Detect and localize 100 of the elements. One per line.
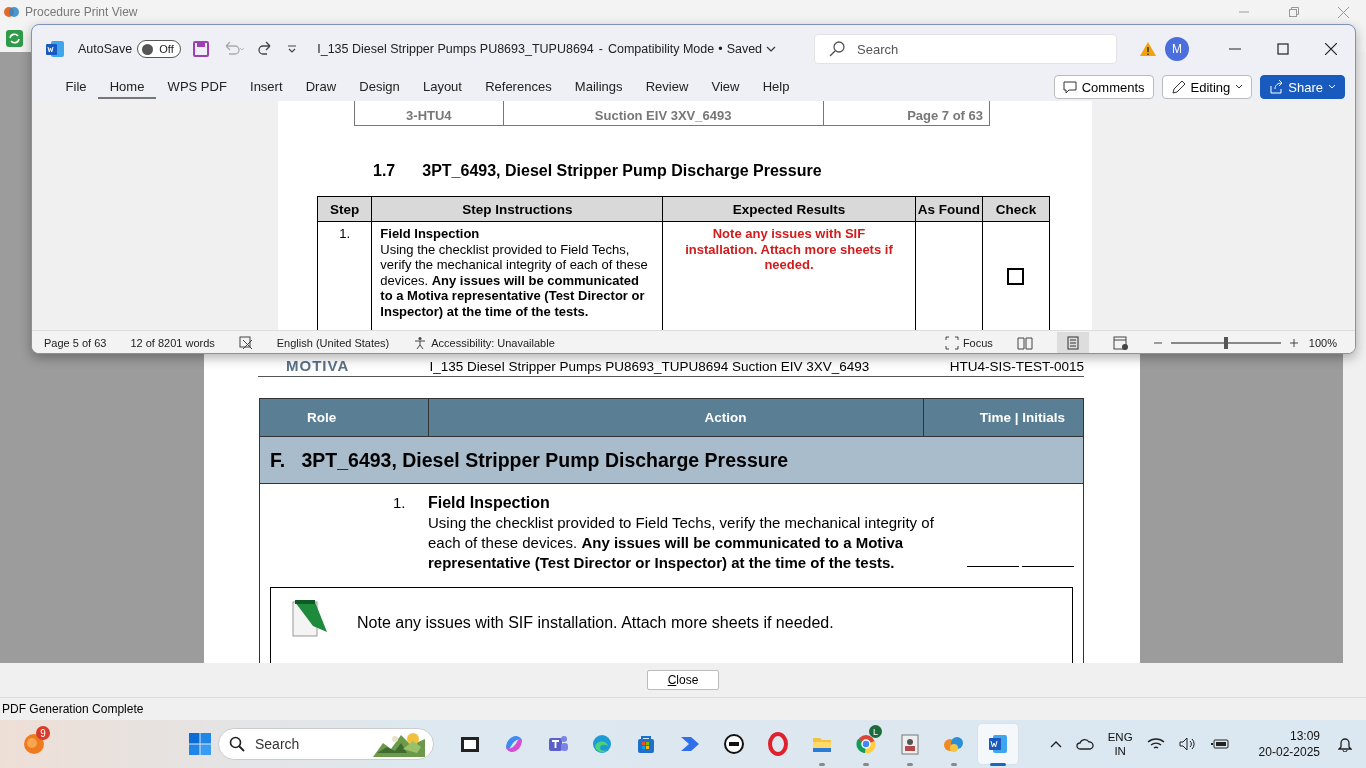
close-icon (1325, 43, 1337, 55)
notification-badge: 9 (36, 726, 50, 740)
zoom-in-icon[interactable] (1288, 337, 1299, 348)
proofing-icon[interactable] (238, 335, 253, 350)
column-header: Step Instructions (371, 196, 663, 222)
close-button[interactable]: Close (647, 670, 719, 690)
ribbon-tab[interactable]: WPS PDF (156, 75, 239, 99)
accessibility-icon[interactable] (413, 335, 428, 350)
language-indicator[interactable]: IN (1114, 744, 1126, 758)
step-number: 1. (393, 493, 407, 513)
app-badge: L (869, 725, 882, 738)
caret-icon (1328, 84, 1336, 90)
notepad-icon (291, 598, 329, 638)
search-icon (229, 736, 245, 752)
cloud-icon[interactable] (1075, 737, 1094, 751)
ribbon-tab[interactable]: Design (347, 75, 412, 99)
header-cell: Page 7 of 63 (823, 101, 990, 126)
column-header: Role (259, 398, 429, 437)
search-placeholder: Search (255, 736, 301, 752)
expected-results: Note any issues with SIF installation. Attach more sheets if needed. (684, 226, 894, 273)
search-icon (829, 41, 845, 57)
wifi-icon[interactable] (1146, 737, 1165, 751)
warning-icon[interactable] (1139, 41, 1157, 57)
speaker-icon[interactable] (1178, 737, 1197, 751)
user-avatar[interactable]: M (1165, 37, 1189, 61)
autosave-label: AutoSave (78, 42, 133, 56)
accessibility-status[interactable]: Accessibility: Unavailable (431, 336, 555, 349)
share-button[interactable]: Share (1260, 75, 1345, 99)
note-text: Note any issues with SIF installation. Attach more sheets if needed. (357, 614, 834, 632)
document-icon[interactable] (978, 724, 1018, 764)
language-indicator[interactable]: ENG (1107, 730, 1133, 744)
read-mode-icon[interactable] (1016, 335, 1033, 350)
comments-button[interactable]: Comments (1053, 75, 1154, 99)
header-cell: Suction EIV 3XV_6493 (503, 101, 824, 126)
status-text: PDF Generation Complete (2, 702, 144, 716)
ribbon-tab[interactable]: Mailings (563, 75, 635, 99)
word-count: 12 of 8201 words (130, 336, 215, 349)
close-icon (1338, 6, 1349, 18)
ribbon-tab[interactable]: Home (98, 75, 156, 99)
focus-button[interactable]: Focus (962, 336, 993, 349)
title-separator: • (718, 42, 723, 56)
document-id: HTU4-SIS-TEST-0015 (949, 359, 1084, 374)
bell-icon[interactable] (1338, 736, 1352, 752)
search-field[interactable]: Search (814, 34, 1117, 64)
step-title: Field Inspection (428, 493, 551, 513)
window-title: Procedure Print View (25, 5, 138, 19)
language-indicator[interactable]: English (United States) (276, 336, 390, 349)
step-instructions: Using the checklist provided to Field Techs, verify the mechanical integrity of each of these devices. Any issues will be communicated to a Motiva representative (Test Director or Inspector) at the time of the tests. (380, 241, 649, 319)
battery-icon[interactable] (1210, 737, 1231, 751)
clock-time[interactable]: 13:09 (1289, 728, 1320, 744)
company-logo: MOTIVA (286, 357, 350, 374)
step-title: Field Inspection (380, 226, 481, 242)
header-cell: 3-HTU4 (354, 101, 504, 126)
word-logo-icon (46, 41, 64, 57)
search-placeholder: Search (857, 41, 899, 57)
chevron-down-icon[interactable] (766, 45, 777, 53)
compatibility-mode-label: Compatibility Mode (607, 42, 715, 56)
ribbon-tab[interactable]: File (54, 75, 99, 99)
document-title: I_135 Diesel Stripper Pumps PU8693_TUPU8694 Suction EIV 3XV_6493 (429, 359, 870, 374)
speech-bubble-icon (1062, 80, 1077, 94)
section-heading: 3PT_6493, Diesel Stripper Pump Discharge Pressure (422, 162, 822, 180)
column-header: Expected Results (662, 196, 916, 222)
page-indicator: Page 5 of 63 (44, 336, 107, 349)
section-letter: F. (270, 448, 286, 471)
ribbon-tab[interactable]: References (473, 75, 564, 99)
chevron-up-icon[interactable] (1049, 740, 1062, 748)
save-icon[interactable] (193, 41, 210, 57)
caret-icon (1235, 84, 1244, 90)
clock-date[interactable]: 20-02-2025 (1258, 744, 1320, 760)
refresh-icon[interactable] (6, 29, 23, 47)
focus-icon[interactable] (944, 335, 959, 350)
share-icon (1269, 80, 1284, 94)
app-logo-icon (4, 6, 20, 18)
web-layout-icon[interactable] (1112, 335, 1129, 350)
autosave-toggle[interactable]: Off (137, 40, 182, 58)
ribbon-tab[interactable]: Draw (294, 75, 348, 99)
ribbon-tab[interactable]: Insert (238, 75, 295, 99)
print-layout-icon[interactable] (1056, 331, 1089, 353)
heading-number: 1.7 (373, 162, 396, 180)
checkbox[interactable] (1007, 268, 1025, 285)
search-field[interactable]: Search (218, 728, 434, 760)
column-header: As Found (915, 196, 983, 222)
save-status: Saved (726, 42, 763, 56)
document-title: I_135 Diesel Stripper Pumps PU8693_TUPU8694 (317, 42, 594, 56)
column-header: Action (428, 398, 924, 437)
restore-icon (1288, 7, 1299, 17)
start-icon[interactable] (188, 732, 212, 756)
section-title: 3PT_6493, Diesel Stripper Pump Discharge Pressure (301, 448, 789, 471)
editing-button[interactable]: Editing (1161, 75, 1253, 99)
ribbon-tab[interactable]: Layout (411, 75, 474, 99)
ribbon-tab[interactable]: Help (751, 75, 801, 99)
column-header: Check (982, 196, 1050, 222)
step-number: 1. (339, 226, 351, 241)
zoom-level[interactable]: 100% (1308, 336, 1337, 349)
ribbon-tab[interactable]: View (699, 75, 752, 99)
title-separator: - (598, 42, 603, 56)
maximize-icon (1277, 43, 1289, 55)
ribbon-tab[interactable]: Review (634, 75, 700, 99)
step-instructions: Using the checklist provided to Field Techs, verify the mechanical integrity of each of these devices. Any issues will be communicated to a Motiva representative (Test Director or Inspector) at the time of the tests. (428, 513, 935, 573)
customize-caret-icon[interactable] (287, 44, 298, 54)
